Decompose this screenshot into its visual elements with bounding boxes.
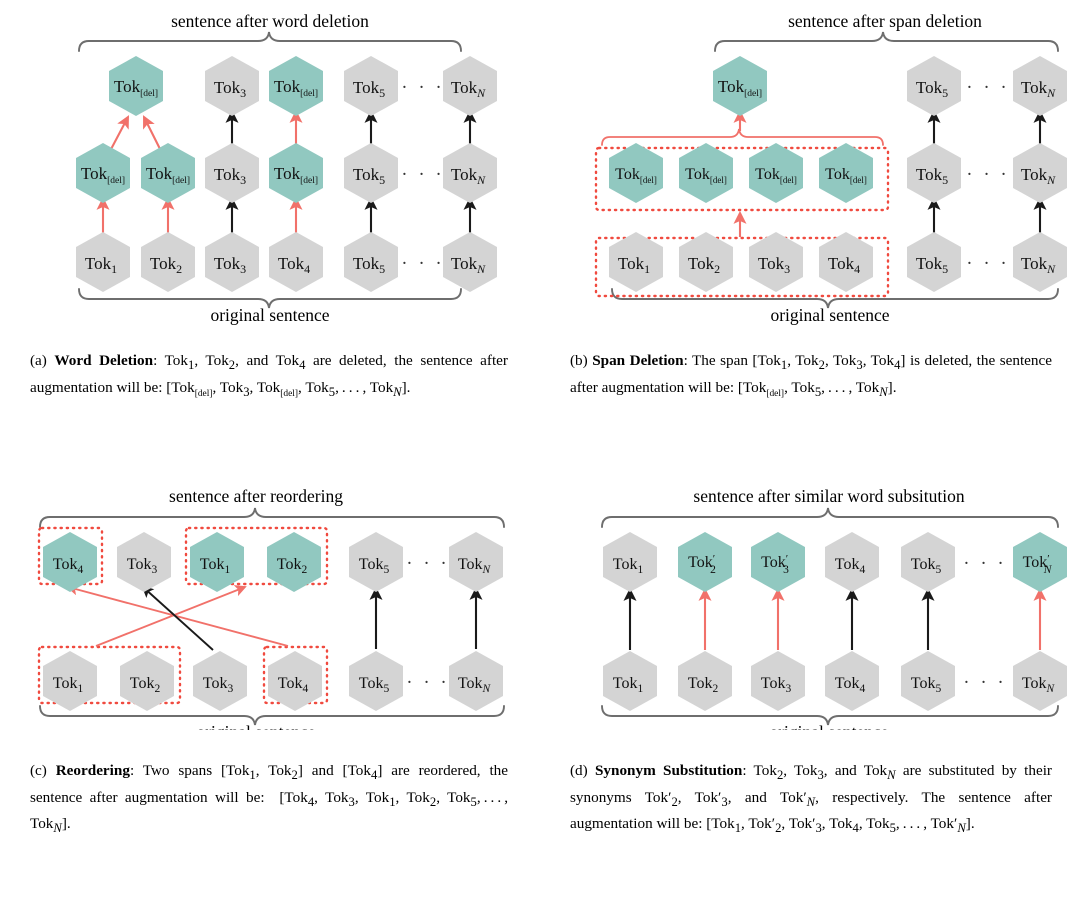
hex-node: Tok4 — [269, 232, 323, 292]
hex-node: Tok3 — [205, 143, 259, 203]
hex-node: Tok5 — [349, 532, 403, 592]
caption-b-bold: Span Deletion — [592, 352, 684, 369]
caption-d-bold: Synonym Substitution — [594, 762, 743, 779]
hex-node: Tok1 — [609, 232, 663, 292]
hex-node: Tok5 — [907, 56, 961, 116]
hex-node: Tok′ 3 — [751, 532, 805, 592]
hex-node: Tok5 — [907, 232, 961, 292]
ellipsis-dots: · · · — [406, 672, 449, 693]
hex-node: Tok[del] — [141, 143, 195, 203]
hex-node: TokN — [443, 56, 497, 116]
hex-node: Tok1 — [76, 232, 130, 292]
hex-node: TokN — [449, 651, 503, 711]
hex-node: Tok5 — [344, 232, 398, 292]
panel-b-bottom-label: original sentence — [770, 305, 889, 325]
ellipsis-dots: · · · — [966, 164, 1009, 185]
hex-node: Tok[del] — [109, 56, 163, 116]
ellipsis-dots: · · · — [401, 253, 444, 274]
hex-node: Tok[del] — [749, 143, 803, 203]
caption-c-bold: Reordering — [55, 762, 130, 779]
hex-node: Tok[del] — [713, 56, 767, 116]
caption-b-prefix: (b) — [570, 352, 593, 369]
panel-c-top-label: sentence after reordering — [169, 486, 343, 506]
hex-node: Tok4 — [819, 232, 873, 292]
panel-a: sentence after word deletion original se… — [0, 0, 540, 340]
hex-node: Tok5 — [344, 56, 398, 116]
hex-node: Tok3 — [751, 651, 805, 711]
panel-b-top-label: sentence after span deletion — [788, 11, 982, 31]
hex-node: Tok1 — [603, 532, 657, 592]
hex-node: TokN — [1013, 56, 1067, 116]
hex-node: TokN — [443, 232, 497, 292]
panel-d-top-label: sentence after similar word subsitution — [693, 486, 964, 506]
hex-node: Tok[del] — [679, 143, 733, 203]
caption-a-prefix: (a) — [30, 352, 55, 369]
caption-d: (d) Synonym Substitution: Tok2, Tok3, an… — [570, 760, 1052, 840]
reorder-arrow — [66, 583, 289, 647]
panel-c-graphic: sentence after reordering original sente… — [37, 486, 505, 730]
panel-d-graphic: sentence after similar word subsitution … — [601, 486, 1067, 730]
hex-node: Tok5 — [901, 532, 955, 592]
hex-node: Tok′ 2 — [678, 532, 732, 592]
panel-d-bottom-label: original sentence — [769, 722, 888, 730]
hex-node: Tok1 — [43, 651, 97, 711]
hex-node: Tok3 — [205, 56, 259, 116]
hex-node: Tok4 — [268, 651, 322, 711]
ellipsis-dots: · · · — [406, 553, 449, 574]
hex-node: TokN — [443, 143, 497, 203]
ellipsis-dots: · · · — [401, 77, 444, 98]
hex-node: Tok3 — [117, 532, 171, 592]
hex-node: Tok3 — [193, 651, 247, 711]
reorder-arrow — [95, 585, 247, 647]
hex-node: Tok′ N — [1013, 532, 1067, 592]
panel-a-graphic: sentence after word deletion original se… — [76, 11, 497, 325]
hex-node: Tok2 — [141, 232, 195, 292]
caption-a-bold: Word Deletion — [54, 352, 154, 369]
panel-b: sentence after span deletion original se… — [540, 0, 1080, 340]
hex-node: TokN — [1013, 651, 1067, 711]
hex-node: Tok4 — [825, 651, 879, 711]
hex-node: Tok5 — [901, 651, 955, 711]
panel-d: sentence after similar word subsitution … — [540, 470, 1080, 730]
hex-node: Tok2 — [678, 651, 732, 711]
hex-node: TokN — [449, 532, 503, 592]
ellipsis-dots: · · · — [966, 77, 1009, 98]
hex-node: Tok5 — [344, 143, 398, 203]
hex-node: Tok4 — [825, 532, 879, 592]
caption-d-prefix: (d) — [570, 762, 595, 779]
panel-a-bottom-label: original sentence — [210, 305, 329, 325]
panel-c: sentence after reordering original sente… — [0, 470, 540, 730]
hex-node: Tok2 — [679, 232, 733, 292]
ellipsis-dots: · · · — [963, 553, 1006, 574]
hex-node: Tok[del] — [76, 143, 130, 203]
ellipsis-dots: · · · — [966, 253, 1009, 274]
hex-node: Tok1 — [603, 651, 657, 711]
hex-node: Tok[del] — [269, 56, 323, 116]
hex-node: Tok3 — [205, 232, 259, 292]
caption-a: (a) Word Deletion: Tok1, Tok2, and Tok4 … — [30, 350, 508, 405]
augmentation-figure: sentence after word deletion original se… — [0, 0, 1080, 899]
caption-b: (b) Span Deletion: The span [Tok1, Tok2,… — [570, 350, 1052, 405]
panel-c-bottom-label: original sentence — [196, 722, 315, 730]
hex-node: TokN — [1013, 143, 1067, 203]
caption-c: (c) Reordering: Two spans [Tok1, Tok2] a… — [30, 760, 508, 840]
panel-b-graphic: sentence after span deletion original se… — [594, 11, 1067, 325]
hex-node: Tok3 — [749, 232, 803, 292]
ellipsis-dots: · · · — [401, 164, 444, 185]
hex-node: TokN — [1013, 232, 1067, 292]
hex-node: Tok5 — [349, 651, 403, 711]
hex-node: Tok[del] — [269, 143, 323, 203]
hex-node: Tok5 — [907, 143, 961, 203]
hex-node: Tok[del] — [609, 143, 663, 203]
caption-c-prefix: (c) — [30, 762, 56, 779]
hex-node: Tok4 — [43, 532, 97, 592]
reorder-arrow — [141, 585, 214, 651]
hex-node: Tok[del] — [819, 143, 873, 203]
hex-node: Tok1 — [190, 532, 244, 592]
panel-a-top-label: sentence after word deletion — [171, 11, 369, 31]
ellipsis-dots: · · · — [963, 672, 1006, 693]
